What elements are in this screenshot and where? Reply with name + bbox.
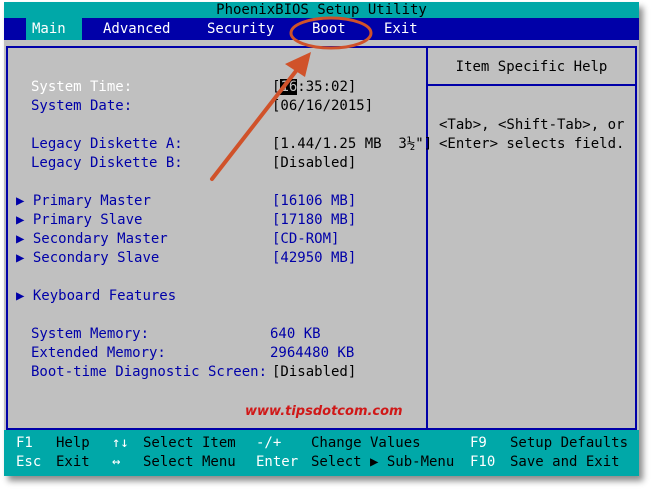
key-f9: F9	[470, 435, 487, 451]
boot-diagnostic-value[interactable]: [Disabled]	[272, 363, 356, 382]
system-date-label: System Date:	[31, 98, 133, 114]
menu-advanced[interactable]: Advanced	[103, 18, 170, 40]
menu-main[interactable]: Main	[26, 18, 82, 40]
key-minusplus-desc: Change Values	[311, 435, 421, 451]
extended-memory-value: 2964480 KB	[270, 345, 355, 361]
primary-slave-value: [17180 MB]	[272, 212, 357, 228]
watermark-text: www.tipsdotcom.com	[245, 404, 403, 419]
system-memory-value: 640 KB	[270, 326, 321, 342]
secondary-slave-value: [42950 MB]	[272, 250, 357, 266]
primary-master-value: [16106 MB]	[272, 193, 357, 209]
boot-diagnostic-label: Boot-time Diagnostic Screen:	[31, 364, 268, 380]
menu-boot[interactable]: Boot	[312, 18, 346, 40]
key-esc-desc: Exit	[56, 454, 90, 470]
legacy-diskette-b-value[interactable]: [Disabled]	[272, 154, 356, 173]
key-updown: ↑↓	[112, 435, 129, 451]
menu-security[interactable]: Security	[207, 18, 274, 40]
menu-exit[interactable]: Exit	[384, 18, 418, 40]
system-time-label: System Time:	[31, 79, 133, 95]
key-minusplus: -/+	[256, 435, 282, 451]
submenu-arrow-icon: ▶	[16, 288, 25, 304]
time-cursor[interactable]: 16	[280, 79, 298, 95]
system-memory-label: System Memory:	[31, 326, 150, 342]
bios-screen: PhoenixBIOS Setup Utility Main Advanced …	[4, 2, 639, 476]
key-f10-desc: Save and Exit	[510, 454, 620, 470]
keyboard-features-item[interactable]: ▶ Keyboard Features	[16, 287, 176, 306]
submenu-arrow-icon: ▶	[16, 250, 25, 266]
legacy-diskette-b-label: Legacy Diskette B:	[31, 155, 183, 171]
secondary-master-item[interactable]: ▶ Secondary Master	[16, 230, 168, 249]
submenu-arrow-icon: ▶	[16, 212, 25, 228]
legacy-diskette-a-value[interactable]: [1.44/1.25 MB 3½"]	[272, 135, 432, 154]
key-enter-desc: Select ▶ Sub-Menu	[311, 454, 455, 470]
primary-slave-item[interactable]: ▶ Primary Slave	[16, 211, 142, 230]
submenu-arrow-icon: ▶	[16, 231, 25, 247]
key-updown-desc: Select Item	[143, 435, 236, 451]
help-title: Item Specific Help	[455, 59, 608, 75]
primary-master-item[interactable]: ▶ Primary Master	[16, 192, 151, 211]
submenu-arrow-icon: ▶	[16, 193, 25, 209]
key-esc: Esc	[16, 454, 42, 470]
secondary-slave-item[interactable]: ▶ Secondary Slave	[16, 249, 159, 268]
key-leftright-desc: Select Menu	[143, 454, 236, 470]
key-enter: Enter	[256, 454, 299, 470]
key-f10: F10	[470, 454, 496, 470]
help-line-1: <Tab>, <Shift-Tab>, or	[439, 117, 625, 133]
extended-memory-label: Extended Memory:	[31, 345, 166, 361]
system-time-value[interactable]: [16:35:02]	[272, 78, 356, 97]
system-date-value[interactable]: [06/16/2015]	[272, 97, 373, 116]
help-frame	[426, 46, 637, 430]
menu-bar: Main Advanced Security Boot Exit	[4, 18, 639, 40]
key-leftright: ↔	[112, 454, 121, 470]
key-f1-desc: Help	[56, 435, 90, 451]
window-title: PhoenixBIOS Setup Utility	[216, 2, 427, 18]
main-panel: System Time: [16:35:02] System Date: [06…	[4, 40, 639, 430]
help-line-2: <Enter> selects field.	[439, 136, 625, 152]
key-f9-desc: Setup Defaults	[510, 435, 629, 451]
legacy-diskette-a-label: Legacy Diskette A:	[31, 136, 183, 152]
footer-keys: F1 Help ↑↓ Select Item -/+ Change Values…	[4, 430, 639, 476]
secondary-master-value: [CD-ROM]	[272, 231, 340, 247]
key-f1: F1	[16, 435, 33, 451]
